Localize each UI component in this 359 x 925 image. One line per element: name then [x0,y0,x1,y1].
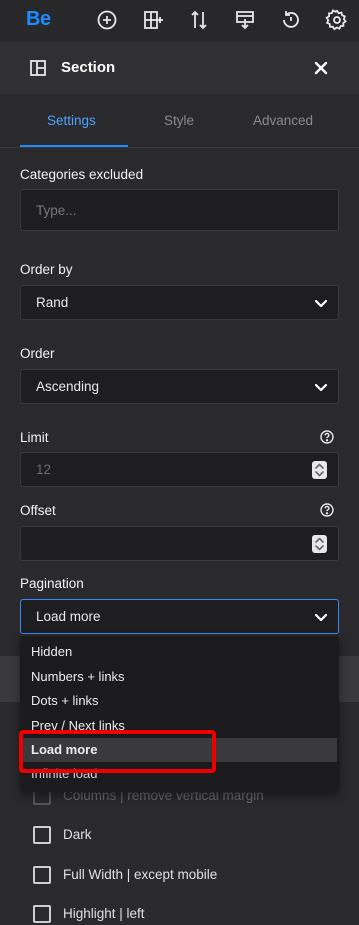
checkbox[interactable] [33,866,51,884]
option-dots-links[interactable]: Dots + links [31,693,99,708]
order-by-value: Rand [36,295,69,310]
section-panel-header: Section [0,42,359,94]
pagination-value: Load more [36,609,101,624]
categories-excluded-input[interactable]: Type... [20,189,339,231]
settings-gear-icon[interactable] [325,8,349,32]
add-circle-icon[interactable] [95,8,119,32]
checkbox-label: Full Width | except mobile [63,867,218,882]
limit-input[interactable]: 12 [20,452,339,487]
collapsed-group-bar [339,656,359,702]
panel-tabs: Settings Style Advanced [0,94,359,148]
categories-excluded-label: Categories excluded [20,167,144,182]
categories-excluded-placeholder: Type... [36,203,77,218]
limit-stepper-icon[interactable] [312,461,327,479]
order-select[interactable]: Ascending [20,369,339,404]
history-icon[interactable] [279,8,303,32]
tab-style[interactable]: Style [164,113,194,128]
close-icon[interactable] [311,58,331,78]
section-title: Section [61,59,116,76]
export-icon[interactable] [233,8,257,32]
order-value: Ascending [36,379,100,394]
be-logo[interactable]: Be [26,8,51,31]
order-by-label: Order by [20,262,73,277]
layout-add-icon[interactable] [141,8,165,32]
chevron-down-icon [313,295,329,311]
offset-input[interactable] [20,526,339,561]
order-by-select[interactable]: Rand [20,285,339,320]
highlight-annotation-box [19,730,216,773]
collapsed-group-bar [0,656,20,702]
limit-label: Limit [20,430,49,445]
option-numbers-links[interactable]: Numbers + links [31,669,125,684]
limit-value: 12 [36,462,52,477]
top-toolbar: Be [0,0,359,42]
help-icon[interactable] [320,430,334,444]
chevron-down-icon [313,609,329,625]
sort-icon[interactable] [187,8,211,32]
order-label: Order [20,346,55,361]
checkbox[interactable] [33,826,51,844]
help-icon[interactable] [320,503,334,517]
pagination-label: Pagination [20,576,84,591]
offset-stepper-icon[interactable] [312,535,327,553]
pagination-select[interactable]: Load more [20,599,339,634]
offset-label: Offset [20,503,56,518]
tabs-divider [0,147,359,148]
chevron-down-icon [313,379,329,395]
checkbox[interactable] [33,905,51,923]
tab-settings[interactable]: Settings [47,113,96,128]
checkbox-label: Highlight | left [63,906,145,921]
section-layout-icon [28,58,48,78]
tab-advanced[interactable]: Advanced [253,113,313,128]
checkbox-label: Dark [63,827,92,842]
option-hidden[interactable]: Hidden [31,644,72,659]
